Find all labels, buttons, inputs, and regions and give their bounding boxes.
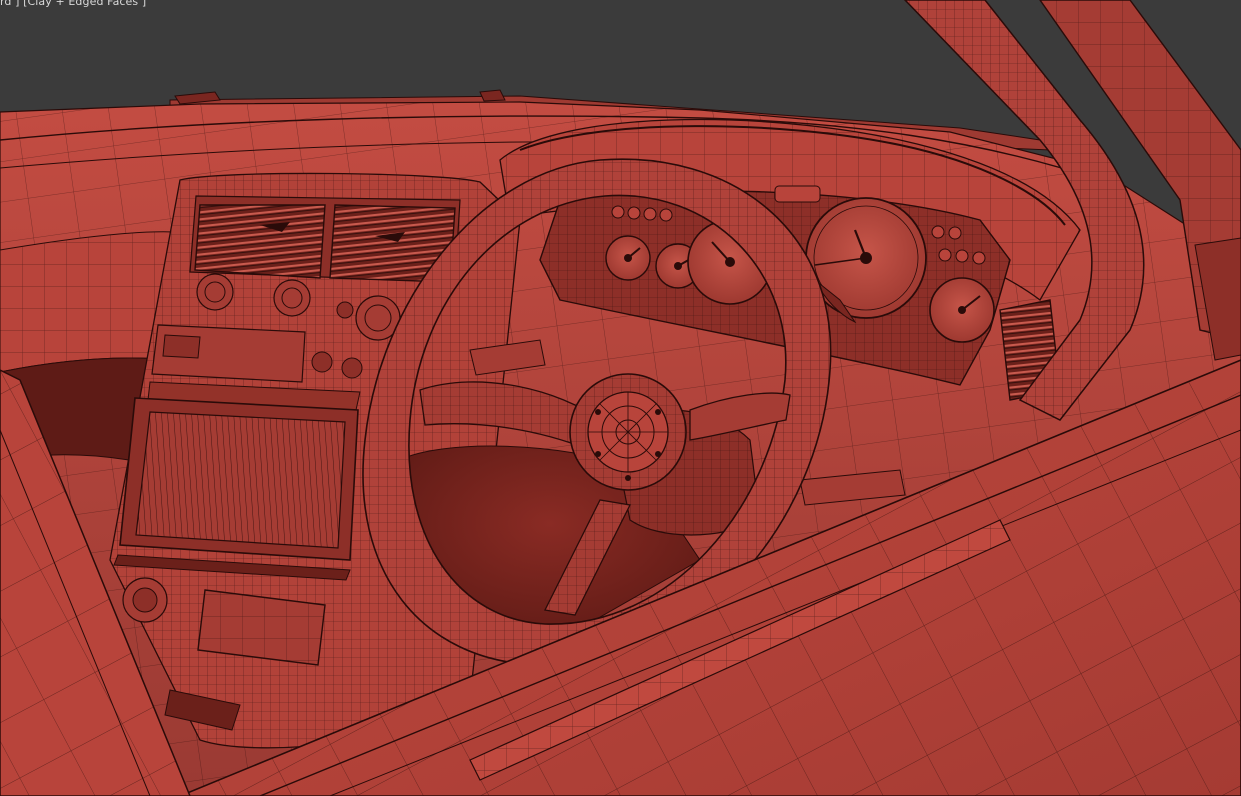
viewport-shading-label[interactable]: rd ] [Clay + Edged Faces ]: [0, 0, 146, 9]
3d-viewport[interactable]: rd ] [Clay + Edged Faces ]: [0, 0, 1241, 796]
fuel-gauge: [929, 277, 995, 343]
viewport-scene[interactable]: [0, 0, 1241, 796]
small-gauge-left: [605, 235, 651, 281]
